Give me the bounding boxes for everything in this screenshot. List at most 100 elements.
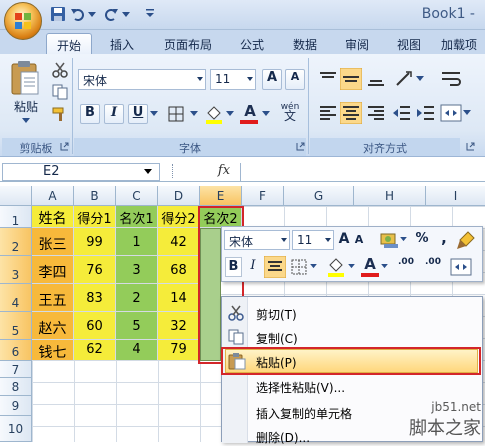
increase-indent-icon[interactable] <box>416 104 436 122</box>
cell-B4[interactable]: 83 <box>74 284 116 312</box>
align-center-icon[interactable] <box>340 102 362 124</box>
mini-accounting-format-icon[interactable] <box>380 230 400 250</box>
font-name-combo[interactable]: 宋体 <box>78 69 206 90</box>
orientation-icon[interactable] <box>394 69 416 89</box>
fill-color-dropdown-icon[interactable] <box>226 111 234 117</box>
underline-button[interactable]: U <box>128 104 148 124</box>
mini-font-name-combo[interactable]: 宋体 <box>224 230 290 250</box>
menu-item-paste-special[interactable]: 选择性粘贴(V)... <box>256 379 345 396</box>
row-header[interactable]: 3 <box>0 256 32 284</box>
grow-font-button[interactable]: A <box>262 69 282 90</box>
save-icon[interactable] <box>50 6 66 22</box>
cell-D4[interactable]: 14 <box>158 284 200 312</box>
tab-page-layout[interactable]: 页面布局 <box>153 33 223 54</box>
merge-dropdown-icon[interactable] <box>463 110 471 116</box>
menu-item-delete[interactable]: 删除(D)... <box>256 429 310 446</box>
row-header[interactable]: 10 <box>0 416 32 442</box>
mini-italic-button[interactable]: I <box>246 258 260 278</box>
copy-icon[interactable] <box>52 84 68 100</box>
borders-icon[interactable] <box>166 104 186 124</box>
tab-insert[interactable]: 插入 <box>100 33 144 54</box>
row-header[interactable]: 8 <box>0 378 32 396</box>
paste-button[interactable]: 粘贴 <box>6 58 46 130</box>
align-bottom-icon[interactable] <box>366 70 386 88</box>
cell-A5[interactable]: 赵六 <box>32 312 74 340</box>
row-header[interactable]: 5 <box>0 312 32 340</box>
menu-item-cut[interactable]: 剪切(T) <box>256 306 297 323</box>
tab-data[interactable]: 数据 <box>283 33 327 54</box>
wrap-text-icon[interactable] <box>440 70 462 88</box>
mini-borders-dropdown-icon[interactable] <box>310 264 317 269</box>
formula-splitter[interactable] <box>172 164 174 178</box>
mini-accounting-dropdown-icon[interactable] <box>400 237 407 242</box>
merge-center-icon[interactable] <box>440 103 462 123</box>
underline-dropdown-icon[interactable] <box>150 111 158 117</box>
row-header[interactable]: 1 <box>0 206 32 228</box>
font-color-dropdown-icon[interactable] <box>262 111 270 117</box>
cell-D5[interactable]: 32 <box>158 312 200 340</box>
customize-qat-icon[interactable] <box>145 8 155 18</box>
tab-formulas[interactable]: 公式 <box>230 33 274 54</box>
row-header[interactable]: 7 <box>0 361 32 378</box>
cell-A2[interactable]: 张三 <box>32 228 74 256</box>
menu-item-insert-copied-cells[interactable]: 插入复制的单元格 <box>256 405 352 422</box>
column-header[interactable]: D <box>158 186 200 206</box>
insert-function-button[interactable]: fx <box>210 163 238 181</box>
column-header[interactable]: F <box>242 186 284 206</box>
bold-button[interactable]: B <box>80 104 100 124</box>
column-header[interactable]: H <box>354 186 426 206</box>
phonetic-guide-button[interactable]: wén 文 <box>276 103 304 125</box>
align-top-icon[interactable] <box>318 70 338 88</box>
format-painter-icon[interactable] <box>52 106 68 122</box>
cell-C3[interactable]: 3 <box>116 256 158 284</box>
menu-item-copy[interactable]: 复制(C) <box>256 330 298 347</box>
mini-grow-font-button[interactable]: A <box>337 231 351 249</box>
cell-D1[interactable]: 得分2 <box>158 206 200 228</box>
italic-button[interactable]: I <box>104 104 124 124</box>
cell-D2[interactable]: 42 <box>158 228 200 256</box>
font-color-button[interactable]: A <box>240 102 260 122</box>
name-box[interactable]: E2 <box>2 163 160 181</box>
mini-fill-dropdown-icon[interactable] <box>348 264 355 269</box>
column-header[interactable]: B <box>74 186 116 206</box>
cell-D3[interactable]: 68 <box>158 256 200 284</box>
shrink-font-button[interactable]: A <box>285 69 305 90</box>
mini-center-align-icon[interactable] <box>264 256 286 278</box>
cell-A4[interactable]: 王五 <box>32 284 74 312</box>
row-header[interactable]: 4 <box>0 284 32 312</box>
column-header[interactable]: E <box>200 186 242 206</box>
mini-decrease-decimal-button[interactable]: .00 <box>420 258 446 278</box>
align-left-icon[interactable] <box>318 104 338 122</box>
decrease-indent-icon[interactable] <box>392 104 412 122</box>
row-header[interactable]: 6 <box>0 340 32 361</box>
align-middle-icon[interactable] <box>340 68 362 90</box>
name-box-dropdown-icon[interactable] <box>144 169 152 175</box>
mini-fill-color-icon[interactable] <box>326 256 346 278</box>
tab-home[interactable]: 开始 <box>46 33 92 54</box>
mini-format-painter-icon[interactable] <box>456 230 476 250</box>
cell-B6[interactable]: 62 <box>74 340 116 361</box>
cell-C1[interactable]: 名次1 <box>116 206 158 228</box>
tab-view[interactable]: 视图 <box>387 33 431 54</box>
undo-dropdown-icon[interactable] <box>88 12 96 18</box>
cell-B3[interactable]: 76 <box>74 256 116 284</box>
fill-color-icon[interactable] <box>204 104 224 124</box>
borders-dropdown-icon[interactable] <box>190 111 198 117</box>
cell-A3[interactable]: 李四 <box>32 256 74 284</box>
mini-shrink-font-button[interactable]: A <box>353 233 365 249</box>
cell-B2[interactable]: 99 <box>74 228 116 256</box>
mini-font-color-dropdown-icon[interactable] <box>381 264 388 269</box>
office-button[interactable] <box>4 2 42 40</box>
column-header[interactable]: I <box>426 186 485 206</box>
align-right-icon[interactable] <box>366 104 386 122</box>
mini-increase-decimal-button[interactable]: .00 <box>393 258 419 278</box>
mini-borders-icon[interactable] <box>290 258 308 276</box>
alignment-dialog-launcher-icon[interactable] <box>466 142 475 151</box>
row-header[interactable]: 9 <box>0 396 32 416</box>
column-header[interactable]: C <box>116 186 158 206</box>
font-size-combo[interactable]: 11 <box>210 69 256 90</box>
undo-icon[interactable] <box>70 6 86 22</box>
tab-review[interactable]: 审阅 <box>335 33 379 54</box>
mini-percent-button[interactable]: % <box>414 231 430 249</box>
select-all-corner[interactable] <box>0 186 32 206</box>
